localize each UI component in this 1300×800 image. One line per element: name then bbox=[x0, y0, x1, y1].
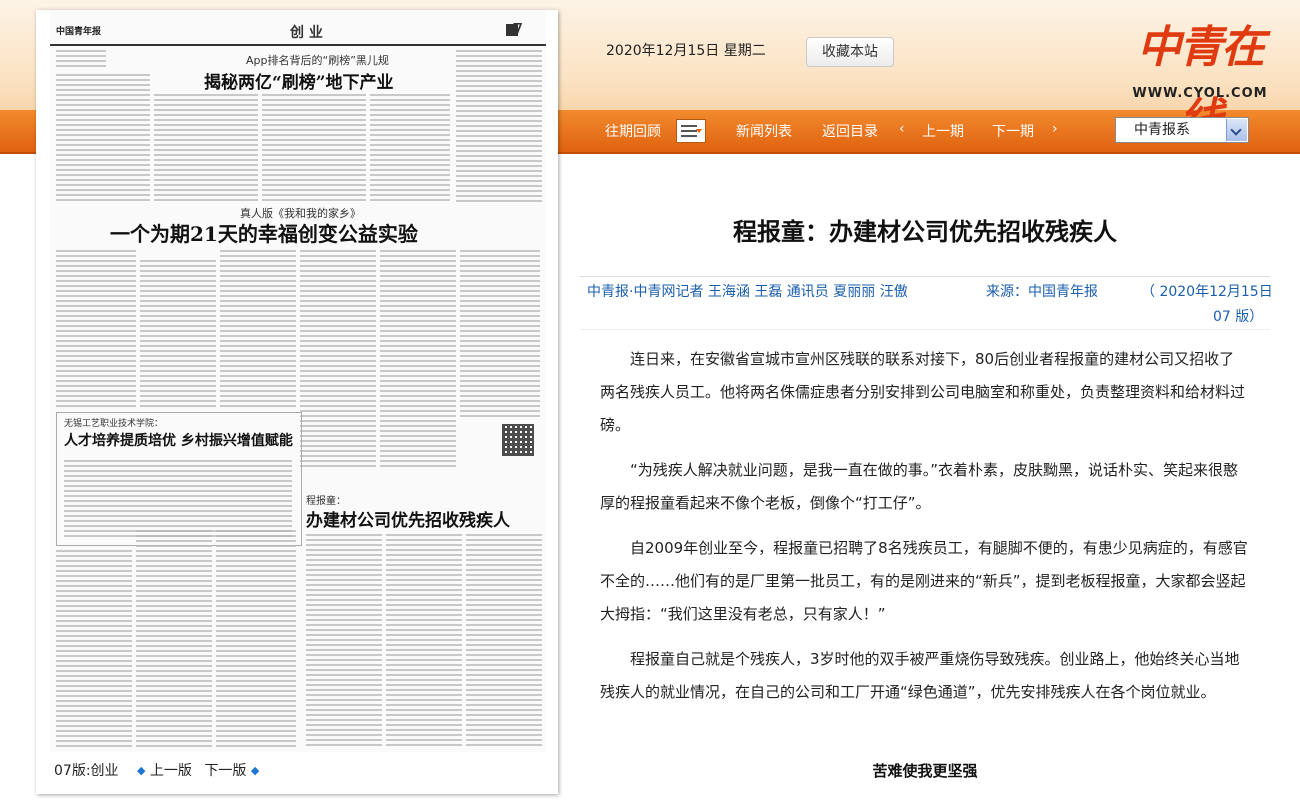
paper-section: 创 业 bbox=[290, 25, 323, 41]
article-text-block bbox=[262, 94, 366, 204]
page-masthead: 中国青年报 创 业 7 bbox=[50, 18, 546, 46]
story1-headline[interactable]: 揭秘两亿“刷榜”地下产业 bbox=[204, 68, 394, 93]
article-text-block bbox=[140, 260, 216, 410]
article-paragraph: 连日来，在安徽省宣城市宣州区残联的联系对接下，80后创业者程报童的建材公司又招收… bbox=[600, 350, 1246, 434]
paper-select-value: 中青报系 bbox=[1134, 122, 1190, 138]
article-text-block bbox=[64, 460, 292, 538]
divider bbox=[580, 329, 1270, 330]
article-text-block bbox=[154, 94, 258, 204]
article-text-block bbox=[456, 50, 542, 204]
chevron-right-icon: › bbox=[1052, 121, 1058, 137]
nav-news-list[interactable]: 新闻列表 bbox=[736, 121, 792, 141]
article-subheading: 苦难使我更坚强 bbox=[872, 762, 978, 780]
bookmark-button[interactable]: 收藏本站 bbox=[806, 37, 894, 67]
article-body: 连日来，在安徽省宣城市宣州区残联的联系对接下，80后创业者程报童的建材公司又招收… bbox=[600, 343, 1248, 721]
prev-page-link[interactable]: 上一版 bbox=[150, 760, 192, 780]
story1-kicker: App排名背后的“刷榜”黑儿规 bbox=[246, 54, 389, 67]
paper-select[interactable]: 中青报系 bbox=[1115, 117, 1249, 143]
divider bbox=[580, 276, 1270, 277]
logo-url: WWW.CYOL.COM bbox=[1132, 86, 1268, 101]
article-title: 程报童：办建材公司优先招收残疾人 bbox=[733, 218, 1117, 246]
newspaper-page-panel: 中国青年报 创 业 7 App排名背后的“刷榜”黑儿规 揭秘两亿“刷榜”地下产业… bbox=[36, 10, 558, 794]
article-text-block bbox=[136, 530, 212, 750]
article-text-block bbox=[56, 550, 132, 750]
nav-next-issue[interactable]: 下一期 bbox=[992, 121, 1034, 141]
story4-kicker: 程报童： bbox=[306, 496, 346, 507]
nav-back-to-index[interactable]: 返回目录 bbox=[822, 121, 878, 141]
story2-headline[interactable]: 一个为期21天的幸福创变公益实验 bbox=[110, 218, 418, 247]
article-text-block bbox=[466, 534, 542, 748]
article-paragraph: 自2009年创业至今，程报童已招聘了8名残疾员工，有腿脚不便的，有患少见病症的，… bbox=[600, 539, 1248, 623]
article-edition: 07 版） bbox=[1213, 309, 1264, 325]
current-page-label: 07版:创业 bbox=[54, 763, 119, 779]
current-date: 2020年12月15日 星期二 bbox=[606, 43, 766, 59]
article-text-block bbox=[56, 250, 136, 410]
archive-list-icon[interactable] bbox=[676, 119, 706, 143]
article-paragraph: 程报童自己就是个残疾人，3岁时他的双手被严重烧伤导致残疾。创业路上，他始终关心当… bbox=[600, 650, 1240, 701]
newspaper-page-image[interactable]: 中国青年报 创 业 7 App排名背后的“刷榜”黑儿规 揭秘两亿“刷榜”地下产业… bbox=[50, 10, 546, 752]
article-text-block bbox=[300, 250, 376, 470]
chevron-left-icon: ‹ bbox=[899, 121, 905, 137]
article-text-block bbox=[306, 534, 382, 748]
article-text-block bbox=[386, 534, 462, 748]
article-source: 来源：中国青年报 bbox=[986, 284, 1098, 300]
nav-prev-issue[interactable]: 上一期 bbox=[922, 121, 964, 141]
story3-headline[interactable]: 人才培养提质培优 乡村振兴增值赋能 bbox=[64, 430, 293, 450]
article-text-block bbox=[56, 74, 150, 204]
chevron-down-icon[interactable] bbox=[1226, 119, 1247, 141]
article-paragraph: “为残疾人解决就业问题，是我一直在做的事。”衣着朴素，皮肤黝黑，说话朴实、笑起来… bbox=[600, 461, 1239, 512]
article-text-block bbox=[370, 94, 450, 204]
article-text-block bbox=[220, 250, 296, 410]
article-date: （ 2020年12月15日 bbox=[1141, 284, 1273, 300]
story4-headline[interactable]: 办建材公司优先招收残疾人 bbox=[306, 506, 510, 531]
paper-masthead: 中国青年报 bbox=[56, 27, 102, 37]
qr-code-icon bbox=[502, 424, 534, 456]
article-text-block bbox=[460, 250, 540, 420]
article-text-block bbox=[380, 250, 456, 470]
logo-wordmark: 中青在线 bbox=[1137, 22, 1265, 145]
article-byline: 中青报·中青网记者 王海涵 王磊 通讯员 夏丽丽 汪傲 bbox=[587, 284, 908, 300]
page-pager: 07版:创业 ◆ 上一版 下一版 ◆ bbox=[54, 760, 259, 780]
article-text-block bbox=[56, 50, 106, 70]
arrow-right-icon: ◆ bbox=[250, 763, 260, 777]
article-text-block bbox=[216, 530, 296, 750]
site-logo[interactable]: 中青在线 WWW.CYOL.COM bbox=[1132, 12, 1268, 145]
paper-page-number: 7 bbox=[512, 20, 524, 41]
arrow-left-icon: ◆ bbox=[136, 763, 146, 777]
next-page-link[interactable]: 下一版 bbox=[204, 760, 246, 780]
story3-kicker: 无锡工艺职业技术学院： bbox=[64, 419, 164, 429]
nav-archive[interactable]: 往期回顾 bbox=[605, 121, 661, 141]
